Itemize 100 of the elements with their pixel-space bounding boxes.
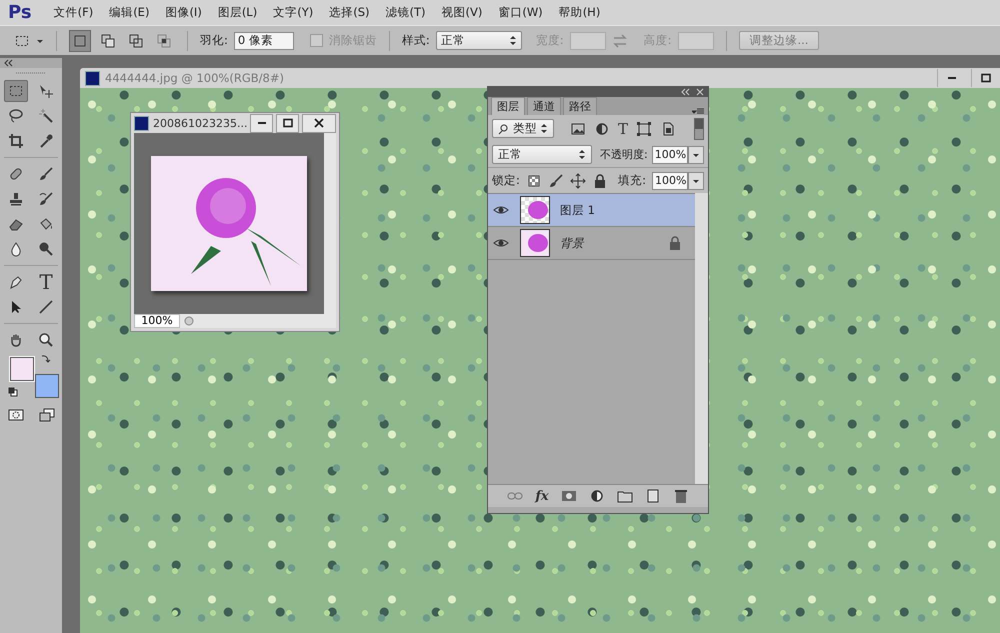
close-icon (312, 117, 326, 129)
menu-item[interactable]: 编辑(E) (101, 5, 158, 20)
fill-field[interactable]: 100% (652, 172, 688, 190)
brush-icon (38, 191, 54, 207)
collapse-chevrons-icon (3, 59, 13, 67)
layer-style-button[interactable]: fx (535, 488, 549, 504)
selection-mode-icon (72, 32, 88, 48)
fill-label: 填充: (618, 173, 646, 188)
move-cross-icon (570, 172, 586, 188)
app-logo: Ps (8, 2, 32, 23)
maximize-icon (979, 72, 993, 84)
line-icon (38, 299, 54, 315)
filter-toggle[interactable]: T (618, 120, 628, 138)
half-circle-icon (588, 488, 605, 504)
selection-mode-icon (100, 32, 116, 48)
pen-nib-icon (8, 274, 24, 290)
panel-tab[interactable]: 路径 (563, 97, 597, 115)
move-arrow-icon (38, 83, 54, 99)
layer-name: 图层 1 (560, 202, 595, 218)
trash-icon (672, 488, 689, 504)
close-icon (696, 88, 704, 96)
feather-field[interactable]: 0 像素 (234, 32, 294, 50)
updown-icon (578, 149, 586, 160)
app-icon (85, 70, 100, 86)
filter-toggle[interactable] (570, 120, 586, 136)
menu-item[interactable]: 文字(Y) (265, 5, 322, 20)
menu-item[interactable]: 图像(I) (157, 5, 210, 20)
menu-item[interactable]: 视图(V) (433, 5, 490, 20)
updown-icon (540, 123, 548, 134)
menu-item[interactable]: 滤镜(T) (377, 5, 434, 20)
selection-mode-icon (128, 32, 144, 48)
tool-button[interactable]: T (34, 271, 58, 293)
opacity-dropdown-button[interactable] (688, 146, 704, 164)
menu-item[interactable]: 图层(L) (210, 5, 266, 20)
layer-thumbnail (520, 229, 550, 257)
stamp-icon (8, 191, 24, 207)
half-circle-icon (594, 120, 610, 136)
menu-item[interactable]: 选择(S) (321, 5, 378, 20)
selection-mode-button[interactable] (69, 30, 91, 52)
menu-item[interactable]: 帮助(H) (550, 5, 608, 20)
filter-toggle[interactable] (594, 120, 610, 136)
swap-arrows-icon (612, 32, 628, 48)
lock-icon (667, 235, 683, 251)
minimize-icon (948, 77, 956, 79)
lasso-icon (8, 108, 24, 124)
panel-tab[interactable]: 图层 (491, 97, 525, 115)
feather-label: 羽化: (200, 33, 228, 48)
shape-frame-icon (636, 120, 652, 136)
filter-switch[interactable] (694, 118, 704, 140)
height-field[interactable] (678, 32, 714, 50)
maximize-icon (280, 117, 295, 129)
filter-dropdown[interactable]: 类型 (492, 119, 554, 138)
layer-thumbnail (520, 196, 550, 224)
minimize-icon (258, 122, 266, 124)
window-title: 200861023235... (153, 116, 248, 130)
width-field[interactable] (570, 32, 606, 50)
layer-row[interactable]: 图层 1 (488, 194, 695, 227)
zoom-icon (38, 332, 54, 348)
lock-transparency-icon (526, 172, 542, 188)
filter-toggle[interactable] (636, 120, 652, 136)
menu-item[interactable]: 窗口(W) (490, 5, 551, 20)
app-icon (134, 116, 149, 130)
blend-mode-dropdown[interactable]: 正常 (492, 145, 592, 164)
layer-name: 背景 (560, 236, 584, 250)
brush-icon (548, 172, 564, 188)
marquee-icon (8, 83, 24, 99)
default-colors-icon (8, 387, 18, 397)
opacity-field[interactable]: 100% (652, 146, 688, 164)
magic-wand-icon (38, 108, 54, 124)
image-icon (570, 120, 586, 136)
close-button[interactable] (302, 114, 336, 132)
zoom-level-field[interactable]: 100% (134, 314, 180, 328)
background-color-swatch[interactable] (35, 374, 59, 398)
new-page-icon (644, 488, 661, 504)
foreground-color-swatch[interactable] (10, 357, 34, 381)
scrollbar[interactable] (324, 133, 336, 314)
swap-arrow-icon (40, 353, 52, 365)
panel-tab[interactable]: 通道 (527, 97, 561, 115)
minimize-button[interactable] (250, 114, 274, 132)
quick-mask-icon (8, 407, 24, 423)
layer-row[interactable]: 背景 (488, 227, 695, 260)
document-title: 4444444.jpg @ 100%(RGB/8#) (105, 71, 285, 85)
grip-icon (16, 71, 46, 75)
style-label: 样式: (402, 33, 430, 48)
panel-menu-icon (692, 107, 704, 115)
crop-icon (8, 133, 24, 149)
style-dropdown[interactable]: 正常 (436, 31, 522, 50)
collapse-chevrons-icon (680, 88, 690, 96)
screen-mode-icon (38, 407, 54, 423)
updown-icon (508, 35, 517, 46)
fill-dropdown-button[interactable] (688, 172, 704, 190)
maximize-button[interactable] (276, 114, 300, 132)
menu-item[interactable]: 文件(F) (46, 5, 102, 20)
search-icon (498, 122, 510, 134)
scrollbar[interactable] (695, 193, 708, 484)
eyedropper-icon (38, 133, 54, 149)
lock-label: 锁定: (492, 173, 520, 188)
opacity-label: 不透明度: (600, 147, 648, 162)
brush-icon (38, 166, 54, 182)
mask-icon (560, 488, 577, 504)
